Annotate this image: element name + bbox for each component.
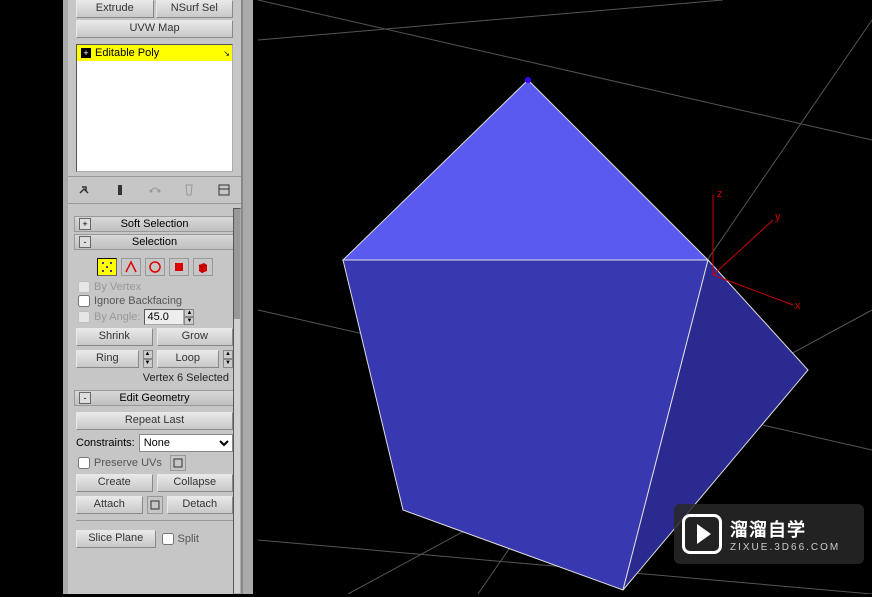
loop-down-icon[interactable]: ▼ [223, 359, 233, 368]
vertex-subobj-button[interactable] [97, 258, 117, 276]
rollout-selection[interactable]: - Selection [74, 234, 235, 250]
svg-text:z: z [717, 188, 723, 200]
shrink-button[interactable]: Shrink [76, 328, 153, 346]
by-angle-input[interactable] [144, 309, 184, 325]
repeat-last-button[interactable]: Repeat Last [76, 412, 233, 430]
make-unique-icon[interactable] [146, 181, 164, 199]
minus-icon: - [79, 392, 91, 404]
modifier-marker-icon: ↘ [223, 49, 230, 58]
configure-sets-icon[interactable] [215, 181, 233, 199]
loop-button[interactable]: Loop [157, 350, 220, 368]
ring-down-icon[interactable]: ▼ [143, 359, 153, 368]
preserve-uvs-checkbox[interactable] [78, 457, 90, 469]
ignore-backfacing-label: Ignore Backfacing [94, 295, 182, 307]
svg-text:y: y [775, 211, 781, 223]
rollout-edit-geometry[interactable]: - Edit Geometry [74, 390, 235, 406]
uvw-map-button[interactable]: UVW Map [76, 20, 233, 38]
by-angle-label: By Angle: [94, 311, 140, 323]
panel-scrollbar[interactable] [233, 208, 241, 594]
split-label: Split [178, 533, 199, 545]
minus-icon: - [79, 236, 91, 248]
polygon-subobj-button[interactable] [169, 258, 189, 276]
loop-up-icon[interactable]: ▲ [223, 350, 233, 359]
play-icon [682, 514, 722, 554]
collapse-button[interactable]: Collapse [157, 474, 234, 492]
spinner-down-icon[interactable]: ▼ [184, 317, 194, 325]
remove-modifier-icon[interactable] [180, 181, 198, 199]
border-subobj-button[interactable] [145, 258, 165, 276]
watermark: 溜溜自学 ZIXUE.3D66.COM [674, 504, 864, 564]
grow-button[interactable]: Grow [157, 328, 234, 346]
slice-plane-button[interactable]: Slice Plane [76, 530, 156, 548]
expand-icon[interactable]: + [81, 48, 91, 58]
show-end-result-icon[interactable] [111, 181, 129, 199]
element-subobj-button[interactable] [193, 258, 213, 276]
attach-list-button[interactable] [147, 496, 163, 514]
modifier-label: Editable Poly [95, 47, 159, 59]
rollout-soft-selection[interactable]: + Soft Selection [74, 216, 235, 232]
split-checkbox[interactable] [162, 533, 174, 545]
plus-icon: + [79, 218, 91, 230]
ring-up-icon[interactable]: ▲ [143, 350, 153, 359]
preserve-uvs-label: Preserve UVs [94, 457, 162, 469]
pin-stack-icon[interactable] [76, 181, 94, 199]
preserve-uvs-settings-button[interactable] [170, 455, 186, 471]
watermark-url: ZIXUE.3D66.COM [730, 542, 840, 553]
selection-status: Vertex 6 Selected [76, 370, 233, 386]
constraints-label: Constraints: [76, 437, 135, 449]
attach-button[interactable]: Attach [76, 496, 143, 514]
create-button[interactable]: Create [76, 474, 153, 492]
ignore-backfacing-checkbox[interactable] [78, 295, 90, 307]
svg-text:x: x [795, 300, 801, 312]
by-vertex-label: By Vertex [94, 281, 141, 293]
edge-subobj-button[interactable] [121, 258, 141, 276]
ring-button[interactable]: Ring [76, 350, 139, 368]
by-angle-checkbox [78, 311, 90, 323]
modifier-stack[interactable]: + Editable Poly ↘ [76, 44, 233, 172]
modifier-item-editable-poly[interactable]: + Editable Poly [77, 45, 232, 61]
watermark-title: 溜溜自学 [730, 516, 840, 542]
viewport-3d[interactable]: z y x 溜溜自学 ZIXUE.3D66.COM [258, 0, 872, 594]
scrollbar-thumb[interactable] [234, 209, 240, 319]
detach-button[interactable]: Detach [167, 496, 234, 514]
spinner-up-icon[interactable]: ▲ [184, 309, 194, 317]
by-vertex-checkbox [78, 281, 90, 293]
constraints-select[interactable]: None [139, 434, 233, 452]
by-angle-spinner[interactable]: ▲▼ [144, 309, 194, 325]
nsurf-sel-button[interactable]: NSurf Sel [156, 0, 234, 18]
extrude-button[interactable]: Extrude [76, 0, 154, 18]
